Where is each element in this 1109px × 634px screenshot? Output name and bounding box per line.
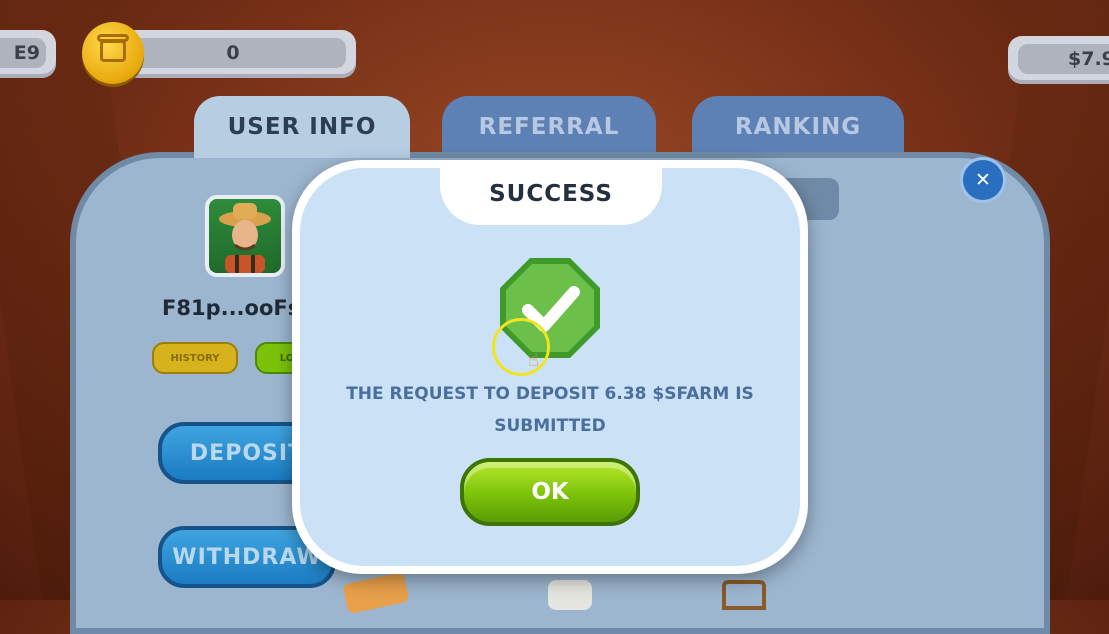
hud-left-counter: E9 [0, 30, 56, 78]
farmer-avatar-icon [209, 199, 281, 273]
history-button-label: HISTORY [170, 352, 220, 364]
hud-right-value: $7.9 [1018, 44, 1109, 74]
tab-ranking[interactable]: RANKING [692, 96, 904, 158]
close-icon[interactable]: ✕ [960, 157, 1006, 203]
tab-referral[interactable]: REFERRAL [442, 96, 656, 158]
tab-user-info[interactable]: USER INFO [194, 96, 410, 158]
ok-button-label: OK [531, 479, 569, 505]
avatar [205, 195, 285, 277]
coin-balance-bar: 0 [110, 30, 356, 78]
hand-cursor-icon: ☝ [528, 350, 539, 371]
withdraw-button-label: WITHDRAW [172, 544, 322, 570]
jar-item-icon [548, 580, 592, 610]
tool-item-icon [722, 580, 766, 610]
ok-button[interactable]: OK [460, 458, 640, 526]
history-button[interactable]: HISTORY [152, 342, 238, 374]
hud-left-value: E9 [0, 38, 46, 68]
username: F81p...ooFs [162, 296, 301, 320]
modal-message: THE REQUEST TO DEPOSIT 6.38 $SFARM IS SU… [340, 378, 760, 442]
tab-referral-label: REFERRAL [478, 114, 620, 140]
coin-balance-value: 0 [120, 38, 346, 68]
deposit-button-label: DEPOSIT [189, 440, 305, 466]
modal-title: SUCCESS [440, 163, 662, 225]
tab-ranking-label: RANKING [734, 114, 862, 140]
tab-user-info-label: USER INFO [227, 114, 377, 140]
cursor-highlight [492, 318, 550, 376]
modal-message-line-1: THE REQUEST TO DEPOSIT 6.38 $SFARM IS [346, 384, 754, 404]
hud-right-counter: $7.9 [1008, 36, 1109, 84]
modal-message-line-2: SUBMITTED [494, 416, 606, 436]
coin-icon [82, 22, 144, 84]
